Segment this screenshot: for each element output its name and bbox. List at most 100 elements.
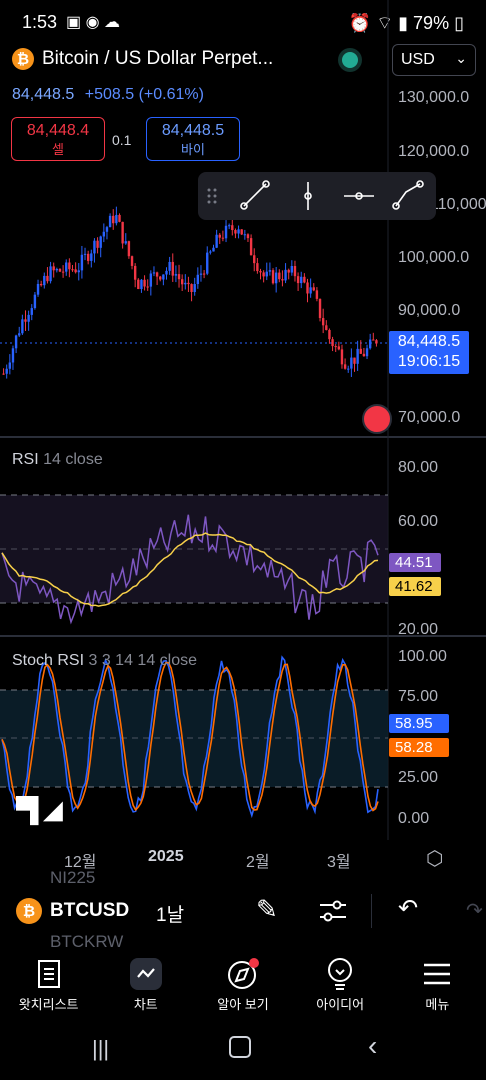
candle-body <box>112 215 115 224</box>
candle-body <box>284 269 287 281</box>
indicator-settings-icon[interactable] <box>318 898 348 924</box>
stoch-axis-label: 75.00 <box>398 688 439 705</box>
candle-body <box>5 368 8 374</box>
candle-body <box>234 230 237 234</box>
recent-apps-icon[interactable]: ||| <box>92 1036 109 1062</box>
drag-handle-icon[interactable] <box>207 188 217 204</box>
nav-explore[interactable]: 알아 보기 <box>194 946 291 1026</box>
candle-body <box>52 266 55 271</box>
tradingview-logo-icon: ▀▌◢ <box>16 797 63 824</box>
lightbulb-icon <box>292 954 389 994</box>
drawing-toolbar <box>198 172 436 220</box>
bottom-navigation: 왓치리스트 차트 알아 보기 아이디어 메뉴 <box>0 946 486 1026</box>
candle-body <box>249 238 253 256</box>
candle-body <box>306 282 309 294</box>
stoch-k-value-tag: 58.95 <box>389 714 449 733</box>
system-navigation: ||| ‹ <box>0 1026 486 1080</box>
stoch-title[interactable]: Stoch RSI 3 3 14 14 close <box>12 652 197 670</box>
candle-body <box>334 346 337 348</box>
stoch-axis-label: 100.00 <box>398 648 447 665</box>
candle-body <box>99 236 102 248</box>
candle-body <box>137 279 140 290</box>
nav-watchlist[interactable]: 왓치리스트 <box>0 946 97 1026</box>
last-price-tag-price: 84,448.5 <box>397 333 461 350</box>
nav-ideas[interactable]: 아이디어 <box>292 946 389 1026</box>
candle-body <box>65 262 68 272</box>
candle-body <box>86 253 90 261</box>
stoch-axis-label: 0.00 <box>398 810 430 827</box>
redo-icon[interactable]: ↷ <box>466 898 483 923</box>
nav-label: 차트 <box>133 997 158 1012</box>
chart-icon <box>97 954 194 994</box>
candle-body <box>27 314 30 322</box>
compass-icon <box>194 954 291 994</box>
candle-body <box>359 348 362 354</box>
candle-body <box>152 272 156 274</box>
candle-body <box>83 253 87 255</box>
candle-body <box>343 364 347 369</box>
candle-body <box>218 234 221 238</box>
candle-body <box>240 229 243 235</box>
candle-body <box>171 261 174 276</box>
candle-body <box>268 270 272 272</box>
candle-body <box>149 273 153 287</box>
candle-body <box>221 237 225 239</box>
candle-body <box>190 284 193 292</box>
candle-body <box>347 368 350 370</box>
candle-body <box>165 270 168 275</box>
rsi-value-tag: 44.51 <box>389 553 441 572</box>
path-tool-icon[interactable] <box>392 180 424 210</box>
candle-body <box>325 325 328 330</box>
trend-line-tool-icon[interactable] <box>240 180 270 210</box>
candle-body <box>102 231 106 237</box>
nav-chart[interactable]: 차트 <box>97 946 194 1026</box>
candle-body <box>24 319 27 322</box>
rsi-axis-label: 20.00 <box>398 621 439 638</box>
candle-body <box>296 276 300 284</box>
last-price-tag: 84,448.5 19:06:15 <box>389 331 469 374</box>
time-axis-label: 3월 <box>327 854 351 871</box>
candle-body <box>58 268 62 272</box>
candle-body <box>8 362 12 369</box>
candle-body <box>155 272 159 277</box>
interval-selector[interactable]: 1날 <box>156 900 184 927</box>
candle-body <box>115 214 118 224</box>
candle-body <box>227 225 231 227</box>
candle-body <box>315 290 319 299</box>
symbol-selector[interactable]: ₿ BTCUSD <box>16 898 129 924</box>
undo-icon[interactable]: ↶ <box>398 894 418 923</box>
candle-body <box>21 319 24 334</box>
candle-body <box>375 340 378 344</box>
candle-body <box>372 339 375 341</box>
candle-body <box>265 271 268 277</box>
pen-drawing-icon[interactable]: ✎ <box>256 894 278 925</box>
watchlist-icon <box>0 954 97 994</box>
candle-body <box>271 270 275 284</box>
candle-body <box>256 263 259 272</box>
horizontal-line-tool-icon[interactable] <box>344 192 374 200</box>
price-axis-label: 120,000.0 <box>398 143 470 160</box>
candle-body <box>202 273 206 275</box>
rsi-title[interactable]: RSI 14 close <box>12 451 103 469</box>
back-icon[interactable]: ‹ <box>368 1030 377 1062</box>
candle-body <box>127 241 131 257</box>
candle-body <box>259 271 262 273</box>
candle-body <box>287 269 290 273</box>
chart-settings-icon[interactable]: ⬡ <box>426 846 443 871</box>
bottom-toolbar: NI225 BTCKRW ₿ BTCUSD 1날 ✎ ↶ ↷ <box>0 868 486 951</box>
candle-body <box>331 339 334 347</box>
candle-body <box>309 287 312 294</box>
price-axis-label: 110,000.0 <box>430 196 486 213</box>
candle-body <box>124 241 127 244</box>
candle-body <box>362 353 366 357</box>
us-flag-event-icon[interactable] <box>362 404 392 434</box>
candle-body <box>300 276 303 284</box>
candle-body <box>328 329 331 340</box>
nav-menu[interactable]: 메뉴 <box>389 946 486 1026</box>
candle-body <box>146 286 149 288</box>
home-icon[interactable] <box>229 1036 251 1058</box>
vertical-line-tool-icon[interactable] <box>304 182 312 210</box>
time-axis-label: 2025 <box>148 848 184 865</box>
candle-body <box>105 227 109 232</box>
candle-body <box>193 284 196 292</box>
